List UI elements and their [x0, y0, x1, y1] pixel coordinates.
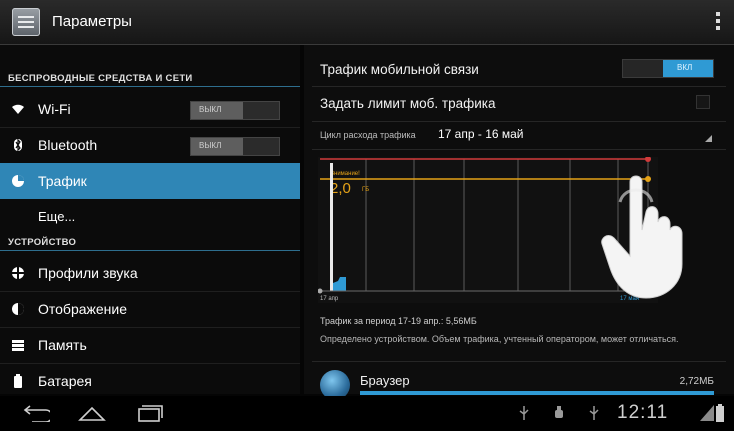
settings-screen: Параметры БЕСПРОВОДНЫЕ СРЕДСТВА И СЕТИ W… [0, 0, 734, 431]
app-name[interactable]: Браузер [360, 373, 410, 388]
recent-apps-icon[interactable] [136, 404, 164, 422]
sidebar-item-label: Батарея [38, 373, 92, 389]
sidebar-item-more[interactable]: Еще... [0, 199, 300, 235]
section-divider [0, 86, 300, 87]
warning-value: 2,0 [330, 180, 351, 197]
sidebar-item-label: Отображение [38, 301, 128, 317]
usage-summary: Трафик за период 17-19 апр.: 5,56МБ [320, 316, 477, 326]
section-header-device: УСТРОЙСТВО [8, 237, 77, 248]
divider [312, 121, 726, 122]
system-navigation-bar: 12:11 [0, 396, 734, 431]
limit-label[interactable]: Задать лимит моб. трафика [320, 96, 495, 111]
x-start-label: 17 апр [320, 296, 339, 302]
status-clock: 12:11 [617, 402, 669, 423]
divider [312, 149, 726, 150]
battery-icon [11, 374, 25, 388]
sidebar-item-label: Профили звука [38, 265, 138, 281]
bluetooth-toggle[interactable]: ВЫКЛ [190, 137, 280, 156]
sidebar-item-label: Память [38, 337, 87, 353]
sidebar-item-label: Bluetooth [38, 137, 98, 153]
sidebar-item-label: Еще... [38, 209, 76, 224]
cycle-label: Цикл расхода трафика [320, 130, 416, 140]
cycle-start-handle[interactable] [330, 163, 333, 291]
sidebar-item-wifi[interactable]: Wi-Fi ВЫКЛ [0, 91, 300, 127]
toggle-state: ВЫКЛ [199, 141, 222, 150]
sidebar-item-battery[interactable]: Батарея [0, 363, 300, 399]
usb-icon [588, 406, 600, 420]
limit-checkbox[interactable] [696, 95, 710, 109]
divider [312, 361, 726, 362]
usb-icon [518, 406, 530, 420]
bluetooth-icon [11, 138, 25, 152]
sound-icon [11, 266, 25, 280]
storage-icon [11, 338, 25, 352]
mobile-traffic-toggle[interactable]: ВКЛ [622, 59, 714, 78]
hand-gesture-icon [601, 175, 683, 299]
sidebar-item-bluetooth[interactable]: Bluetooth ВЫКЛ [0, 127, 300, 163]
settings-sidebar: БЕСПРОВОДНЫЕ СРЕДСТВА И СЕТИ Wi-Fi ВЫКЛ … [0, 45, 300, 394]
dropdown-corner-icon[interactable] [705, 135, 712, 142]
toggle-state: ВЫКЛ [199, 105, 222, 114]
wifi-toggle[interactable]: ВЫКЛ [190, 101, 280, 120]
toggle-state: ВКЛ [677, 63, 693, 72]
section-divider [0, 250, 300, 251]
sidebar-item-display[interactable]: Отображение [0, 291, 300, 327]
data-usage-icon [11, 174, 25, 188]
page-title: Параметры [52, 13, 132, 30]
android-debug-icon [553, 406, 565, 420]
back-icon[interactable] [22, 404, 50, 422]
settings-app-icon[interactable] [12, 8, 40, 36]
wifi-icon [11, 102, 25, 116]
home-icon[interactable] [78, 404, 106, 422]
action-bar: Параметры [0, 0, 734, 45]
sidebar-item-label: Трафик [38, 173, 87, 189]
section-header-wireless: БЕСПРОВОДНЫЕ СРЕДСТВА И СЕТИ [8, 73, 193, 84]
usage-note: Определено устройством. Объем трафика, у… [320, 334, 679, 344]
mobile-traffic-label: Трафик мобильной связи [320, 62, 479, 77]
display-icon [11, 302, 25, 316]
warning-label: Внимание! [330, 171, 360, 177]
signal-icon [700, 405, 714, 421]
app-usage-bar [360, 391, 714, 395]
overflow-menu-icon[interactable] [716, 12, 720, 32]
sidebar-item-sound[interactable]: Профили звука [0, 255, 300, 291]
sidebar-item-data-usage[interactable]: Трафик [0, 163, 300, 199]
warning-unit: ГБ [362, 187, 369, 193]
cycle-dropdown[interactable]: 17 апр - 16 май [438, 127, 524, 141]
sidebar-item-label: Wi-Fi [38, 101, 71, 117]
battery-status-icon [716, 404, 724, 422]
divider [312, 86, 726, 87]
app-usage-size: 2,72МБ [679, 376, 714, 387]
sidebar-item-storage[interactable]: Память [0, 327, 300, 363]
